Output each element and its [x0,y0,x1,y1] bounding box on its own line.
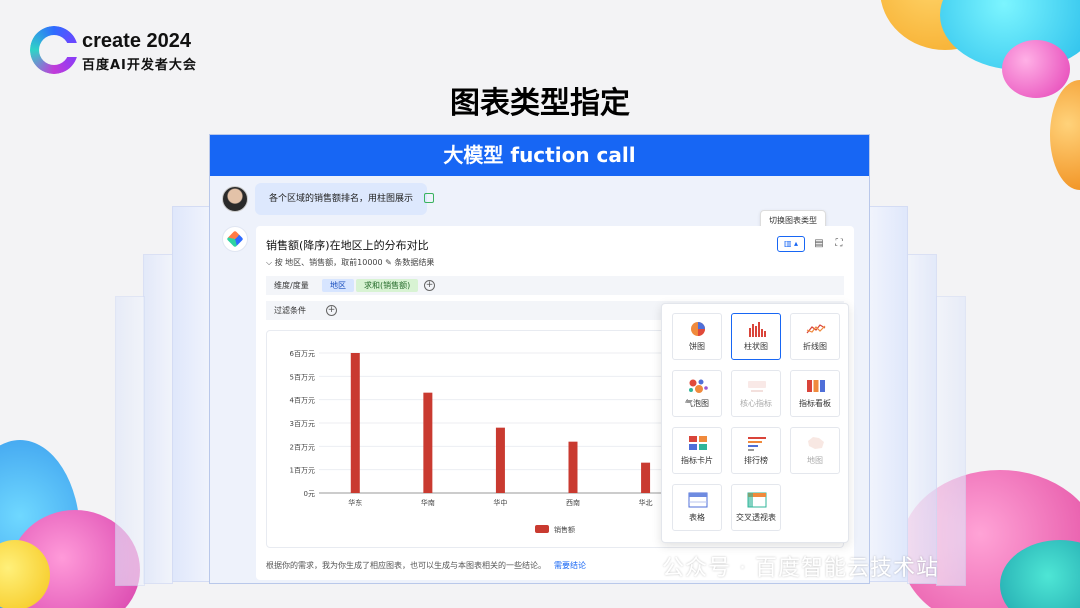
chart-type-label: 柱状图 [744,342,768,351]
chart-type-option[interactable]: 饼图 [672,313,722,360]
copy-icon[interactable] [424,193,434,203]
chart-type-label: 指标看板 [799,399,831,408]
chart-type-label: 表格 [689,513,705,522]
x-tick-label: 华南 [421,498,435,507]
watermark-text: 公众号 · 百度智能云技术站 [662,556,939,581]
bubble-chart-icon [688,378,708,394]
add-filter-icon[interactable]: + [326,305,337,316]
card-header-title: 大模型 fuction call [210,135,869,176]
pie-chart-icon [688,321,708,337]
chart-type-option[interactable]: 排行榜 [731,427,781,474]
footer-note: 根据你的需求，我为你生成了相应图表，也可以生成与本图表相关的一些结论。 需要结论 [266,560,586,571]
ranking-icon [747,435,767,451]
footer-text: 根据你的需求，我为你生成了相应图表，也可以生成与本图表相关的一些结论。 [266,561,546,570]
chart-type-label: 指标卡片 [681,456,713,465]
chart-type-option: 核心指标 [731,370,781,417]
logo-subtitle: 百度AI开发者大会 [82,58,197,73]
chart-type-label: 饼图 [689,342,705,351]
y-tick-label: 2百万元 [290,443,315,451]
kpi-icon [747,378,767,394]
chart-type-option[interactable]: 指标看板 [790,370,840,417]
dimension-tag-region[interactable]: 地区 [322,279,354,292]
legend-label: 销售额 [554,525,575,534]
user-avatar [222,186,248,212]
chart-type-label: 地图 [807,456,823,465]
x-tick-label: 西南 [566,498,580,507]
dimension-measure-label: 维度/度量 [274,281,309,290]
document-icon[interactable]: ▤ [812,236,826,252]
decor-side-panel-left-2 [143,254,173,584]
add-field-icon[interactable]: + [424,280,435,291]
chart-type-label: 核心指标 [740,399,772,408]
fullscreen-icon[interactable]: ⛶ [832,236,846,252]
y-tick-label: 0元 [304,490,315,498]
chart-type-option: 地图 [790,427,840,474]
line-chart-icon [806,321,826,337]
collapse-chevron-icon[interactable]: ⌵ [266,258,275,267]
bar [568,441,578,493]
chat-app: 各个区域的销售额排名，用柱图展示 切换图表类型 销售额(降序)在地区上的分布对比… [210,176,869,583]
chart-type-label: 气泡图 [685,399,709,408]
chart-type-option[interactable]: 表格 [672,484,722,531]
measure-tag-sales[interactable]: 求和(销售额) [356,279,419,292]
chart-type-option[interactable]: 折线图 [790,313,840,360]
bar-chart-small-icon: ▥ ▴ [783,239,799,248]
need-conclusion-link[interactable]: 需要结论 [554,561,586,570]
x-tick-label: 华北 [639,498,653,507]
user-message-bubble: 各个区域的销售额排名，用柱图展示 [255,183,428,215]
decor-side-panel-right [868,206,908,582]
decor-side-panel-left-3 [115,296,145,586]
chart-type-label: 折线图 [803,342,827,351]
chart-title: 销售额(降序)在地区上的分布对比 [266,239,429,252]
logo-title: create 2024 [82,30,191,52]
metric-board-icon [806,378,826,394]
pivot-table-icon [747,492,767,508]
chart-type-picker: 饼图 柱状图 折线图气泡图 核心指标 指标看板指标卡片 排行榜 地图表格 交叉透视表 [661,303,849,543]
y-tick-label: 6百万元 [290,350,315,358]
y-tick-label: 4百万元 [290,397,315,405]
bar [641,462,651,493]
chart-result-panel: 销售额(降序)在地区上的分布对比 ⌵ 按 地区、销售额，取前10000 ✎ 条数… [256,226,854,580]
bar [350,353,360,493]
slide-title: 图表类型指定 [450,86,630,121]
filter-label: 过滤条件 [274,306,306,315]
chart-type-label: 交叉透视表 [736,513,776,522]
chart-subtitle: ⌵ 按 地区、销售额，取前10000 ✎ 条数据结果 [266,257,434,268]
chart-type-option[interactable]: 交叉透视表 [731,484,781,531]
y-tick-label: 1百万元 [290,467,315,475]
decor-side-panel-right-3 [936,296,966,586]
assistant-avatar-icon [222,226,248,252]
decor-side-panel-right-2 [907,254,937,584]
y-tick-label: 5百万元 [290,373,315,381]
bar [423,392,433,493]
switch-chart-type-button[interactable]: ▥ ▴ [777,236,805,252]
legend-swatch [535,525,549,533]
wechat-icon [624,554,657,576]
x-tick-label: 华东 [348,498,362,507]
x-tick-label: 华中 [493,498,507,507]
metric-card-icon [688,435,708,451]
demo-card: 大模型 fuction call 各个区域的销售额排名，用柱图展示 切换图表类型… [209,134,870,584]
y-tick-label: 3百万元 [290,420,315,428]
table-icon [688,492,708,508]
map-icon [806,435,826,451]
chart-query-desc: 按 地区、销售额，取前10000 ✎ 条数据结果 [274,258,435,267]
chart-type-option[interactable]: 柱状图 [731,313,781,360]
bar-chart-icon [747,321,767,337]
bar [495,427,505,493]
decor-side-panel-left [172,206,212,582]
chart-type-option[interactable]: 气泡图 [672,370,722,417]
chart-type-option[interactable]: 指标卡片 [672,427,722,474]
create-2024-logo: create 2024 百度AI开发者大会 [30,26,220,78]
chart-type-label: 排行榜 [744,456,768,465]
dimension-measure-row: 维度/度量 地区 求和(销售额) + [266,276,844,295]
